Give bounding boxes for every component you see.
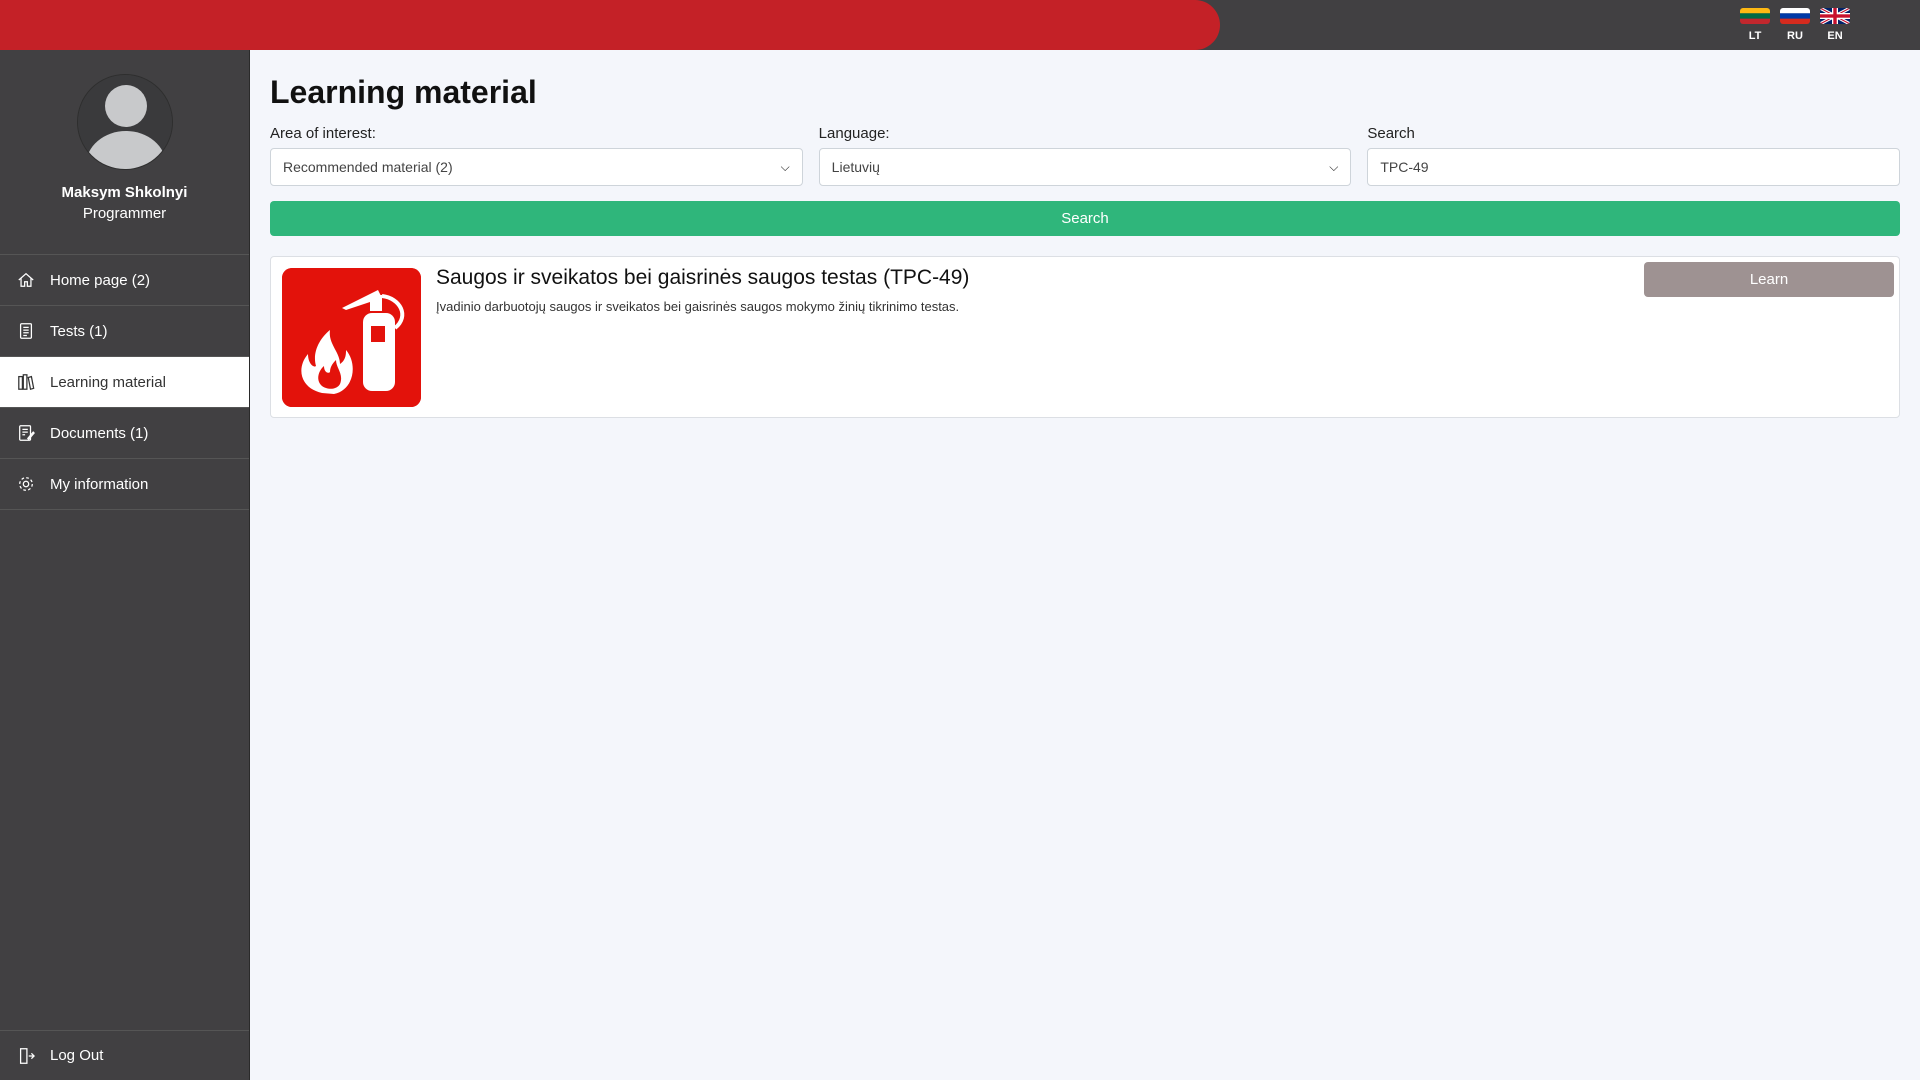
language-select[interactable]: Lietuvių ⌵ xyxy=(818,148,1352,186)
language-code: LT xyxy=(1748,30,1762,42)
user-profile: Maksym Shkolnyi Programmer xyxy=(0,50,249,255)
area-selected-value: Recommended material (2) xyxy=(283,159,453,175)
flag-uk-icon xyxy=(1820,8,1850,24)
home-icon xyxy=(16,270,36,290)
search-input[interactable] xyxy=(1367,148,1901,186)
logout-label: Log Out xyxy=(50,1047,104,1064)
filter-bar: Area of interest: Recommended material (… xyxy=(270,125,1901,186)
sidebar-item-home[interactable]: Home page (2) xyxy=(0,255,249,306)
chevron-down-icon: ⌵ xyxy=(1329,159,1339,174)
sidebar-item-label: Tests (1) xyxy=(50,322,108,340)
books-icon xyxy=(16,372,36,392)
sidebar: Maksym Shkolnyi Programmer Home page (2)… xyxy=(0,50,250,1080)
top-bar: LT RU EN xyxy=(0,0,1920,50)
area-filter: Area of interest: Recommended material (… xyxy=(270,125,803,186)
language-option-en[interactable]: EN xyxy=(1820,8,1850,42)
language-code: EN xyxy=(1827,30,1843,42)
page-title: Learning material xyxy=(270,74,537,110)
search-filter-label: Search xyxy=(1367,125,1415,142)
material-description: Įvadinio darbuotojų saugos ir sveikatos … xyxy=(436,299,960,314)
learning-material-card: Saugos ir sveikatos bei gaisrinės saugos… xyxy=(270,256,1900,418)
sidebar-item-label: My information xyxy=(50,475,149,493)
logout-button[interactable]: Log Out xyxy=(0,1030,249,1080)
search-button[interactable]: Search xyxy=(270,201,1900,236)
user-name: Maksym Shkolnyi xyxy=(61,184,188,201)
language-selected-value: Lietuvių xyxy=(831,159,880,175)
sidebar-item-label: Documents (1) xyxy=(50,424,149,442)
logout-icon xyxy=(16,1046,36,1066)
user-role: Programmer xyxy=(82,205,167,222)
user-placeholder-icon xyxy=(77,75,172,169)
search-filter: Search xyxy=(1367,125,1901,186)
gear-icon xyxy=(16,474,36,494)
sidebar-item-label: Learning material xyxy=(50,373,166,391)
main-content: Learning material Area of interest: Reco… xyxy=(270,50,1901,418)
learn-button[interactable]: Learn xyxy=(1644,262,1894,297)
tests-icon xyxy=(16,321,36,341)
documents-icon xyxy=(16,423,36,443)
language-filter-label: Language: xyxy=(818,125,890,142)
language-option-ru[interactable]: RU xyxy=(1780,8,1810,42)
chevron-down-icon: ⌵ xyxy=(780,159,790,174)
area-of-interest-select[interactable]: Recommended material (2) ⌵ xyxy=(270,148,803,186)
fire-extinguisher-icon xyxy=(282,268,421,407)
language-code: RU xyxy=(1787,30,1803,42)
sidebar-item-label: Home page (2) xyxy=(50,271,151,289)
top-bar-accent xyxy=(0,0,1220,50)
sidebar-item-learning-material[interactable]: Learning material xyxy=(0,357,249,408)
avatar xyxy=(76,74,173,170)
flag-lithuania-icon xyxy=(1740,8,1770,24)
language-switcher: LT RU EN xyxy=(1740,8,1850,42)
sidebar-item-my-information[interactable]: My information xyxy=(0,459,249,510)
flag-russia-icon xyxy=(1780,8,1810,24)
language-option-lt[interactable]: LT xyxy=(1740,8,1770,42)
material-title[interactable]: Saugos ir sveikatos bei gaisrinės saugos… xyxy=(436,266,969,290)
sidebar-item-documents[interactable]: Documents (1) xyxy=(0,408,249,459)
area-filter-label: Area of interest: xyxy=(270,125,376,142)
sidebar-item-tests[interactable]: Tests (1) xyxy=(0,306,249,357)
language-filter: Language: Lietuvių ⌵ xyxy=(818,125,1352,186)
